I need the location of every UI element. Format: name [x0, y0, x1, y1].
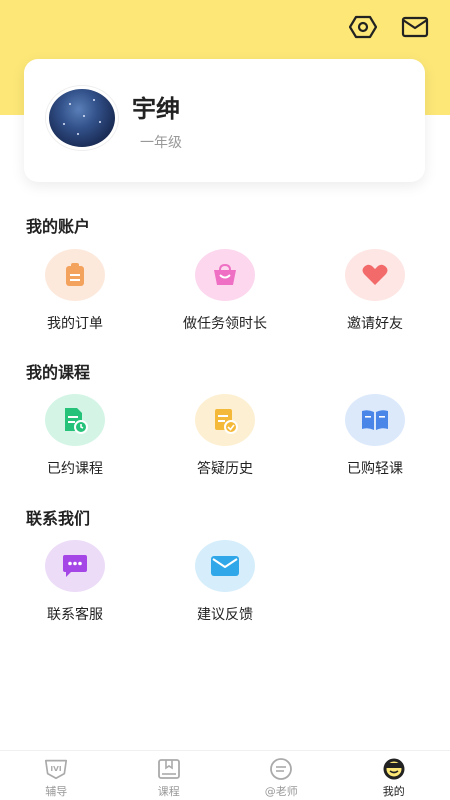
profile-grade: 一年级 [140, 135, 182, 151]
invite-friends-button[interactable]: 邀请好友 [305, 249, 445, 333]
profile-name: 宇绅 [132, 95, 180, 123]
my-orders-button[interactable]: 我的订单 [5, 249, 145, 333]
item-label: 答疑历史 [197, 461, 253, 477]
tab-courses[interactable]: 课程 [113, 751, 226, 800]
qa-history-icon [195, 394, 255, 446]
heart-icon [345, 249, 405, 301]
tab-label: 我的 [382, 785, 405, 798]
tab-mine[interactable]: 我的 [338, 751, 450, 800]
booked-document-icon [45, 394, 105, 446]
tab-label: 课程 [157, 785, 180, 798]
item-label: 建议反馈 [197, 607, 253, 623]
shopping-bag-icon [195, 249, 255, 301]
mail-icon[interactable] [400, 12, 430, 42]
item-label: 联系客服 [47, 607, 103, 623]
envelope-icon [195, 540, 255, 592]
chat-circle-icon [268, 757, 294, 781]
smiley-icon [381, 757, 407, 781]
tab-tutoring[interactable]: IVI 辅导 [0, 751, 113, 800]
tab-label: @老师 [264, 785, 298, 798]
order-clipboard-icon [45, 249, 105, 301]
section-title-courses: 我的课程 [26, 363, 91, 382]
chat-bubble-icon [45, 540, 105, 592]
profile-card[interactable]: 宇绅 一年级 [24, 59, 425, 182]
book-icon [345, 394, 405, 446]
settings-hex-icon[interactable] [348, 12, 378, 42]
item-label: 邀请好友 [347, 316, 403, 332]
feedback-button[interactable]: 建议反馈 [155, 540, 295, 624]
item-label: 做任务领时长 [183, 316, 267, 332]
tasks-reward-button[interactable]: 做任务领时长 [155, 249, 295, 333]
item-label: 已购轻课 [347, 461, 403, 477]
tab-label: 辅导 [45, 785, 68, 798]
ivi-icon: IVI [43, 757, 69, 781]
svg-text:IVI: IVI [51, 764, 62, 773]
item-label: 我的订单 [47, 316, 103, 332]
booked-courses-button[interactable]: 已约课程 [5, 394, 145, 478]
item-label: 已约课程 [47, 461, 103, 477]
section-title-account: 我的账户 [26, 217, 91, 236]
qa-history-button[interactable]: 答疑历史 [155, 394, 295, 478]
header-actions [348, 12, 430, 42]
avatar[interactable] [46, 86, 118, 150]
purchased-courses-button[interactable]: 已购轻课 [305, 394, 445, 478]
customer-service-button[interactable]: 联系客服 [5, 540, 145, 624]
section-title-contact: 联系我们 [26, 509, 91, 528]
bookmark-book-icon [156, 757, 182, 781]
tab-ask-teacher[interactable]: @老师 [225, 751, 338, 800]
bottom-tab-bar: IVI 辅导 课程 @老师 我的 [0, 750, 450, 800]
